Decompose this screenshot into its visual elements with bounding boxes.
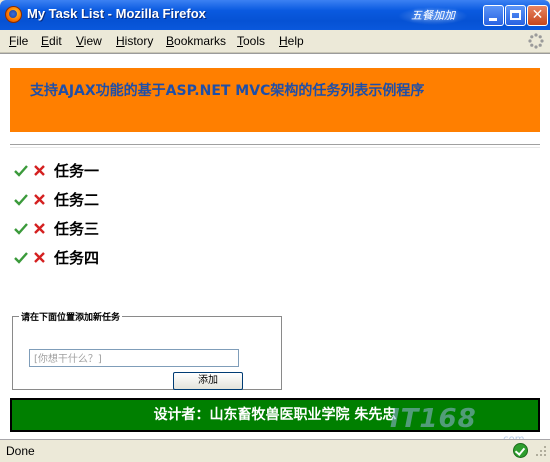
new-task-input[interactable]: [你想干什么？]	[29, 349, 239, 367]
resize-grip-icon[interactable]	[534, 444, 548, 458]
delete-icon[interactable]	[34, 252, 45, 263]
new-task-placeholder: [你想干什么？]	[34, 354, 102, 365]
task-item: 任务三	[14, 214, 99, 243]
security-ok-icon[interactable]	[513, 443, 528, 458]
menu-bookmarks[interactable]: Bookmarks	[166, 34, 226, 48]
throbber-icon	[528, 33, 544, 49]
check-icon[interactable]	[14, 222, 28, 236]
firefox-icon	[5, 6, 22, 23]
check-icon[interactable]	[14, 164, 28, 178]
menu-file[interactable]: File	[9, 34, 28, 48]
menu-bar: File Edit View History Bookmarks Tools H…	[0, 30, 550, 53]
task-item: 任务一	[14, 156, 99, 185]
close-button[interactable]: ✕	[527, 5, 548, 26]
task-name: 任务一	[54, 162, 100, 180]
title-bar[interactable]: My Task List - Mozilla Firefox 五餐加加 ✕	[0, 0, 550, 30]
delete-icon[interactable]	[34, 194, 45, 205]
check-icon[interactable]	[14, 251, 28, 265]
minimize-button[interactable]	[483, 5, 504, 26]
watermark-logo: IT168	[390, 404, 477, 434]
menu-edit[interactable]: Edit	[41, 34, 62, 48]
task-name: 任务三	[54, 220, 100, 238]
menu-help[interactable]: Help	[279, 34, 304, 48]
status-text: Done	[6, 444, 35, 458]
add-task-button[interactable]: 添加	[173, 372, 243, 390]
task-name: 任务四	[54, 249, 100, 267]
menu-view[interactable]: View	[76, 34, 102, 48]
task-list: 任务一 任务二 任务三 任务四	[14, 156, 99, 272]
task-item: 任务四	[14, 243, 99, 272]
task-name: 任务二	[54, 191, 100, 209]
add-task-legend: 请在下面位置添加新任务	[21, 313, 121, 323]
menu-tools[interactable]: Tools	[237, 34, 265, 48]
check-icon[interactable]	[14, 193, 28, 207]
browser-window: My Task List - Mozilla Firefox 五餐加加 ✕ Fi…	[0, 0, 550, 462]
page-title: 支持AJAX功能的基于ASP.NET MVC架构的任务列表示例程序	[30, 83, 425, 99]
add-task-form: 请在下面位置添加新任务 [你想干什么？] 添加	[12, 310, 282, 390]
delete-icon[interactable]	[34, 165, 45, 176]
maximize-button[interactable]	[505, 5, 526, 26]
close-icon: ✕	[531, 7, 544, 23]
window-title: My Task List - Mozilla Firefox	[27, 6, 206, 21]
delete-icon[interactable]	[34, 223, 45, 234]
titlebar-logo: 五餐加加	[398, 7, 468, 25]
status-bar: Done	[0, 439, 550, 462]
menu-history[interactable]: History	[116, 34, 153, 48]
divider	[10, 144, 540, 148]
task-item: 任务二	[14, 185, 99, 214]
page-content: 支持AJAX功能的基于ASP.NET MVC架构的任务列表示例程序 任务一 任务…	[0, 53, 550, 445]
page-banner: 支持AJAX功能的基于ASP.NET MVC架构的任务列表示例程序	[10, 68, 540, 132]
